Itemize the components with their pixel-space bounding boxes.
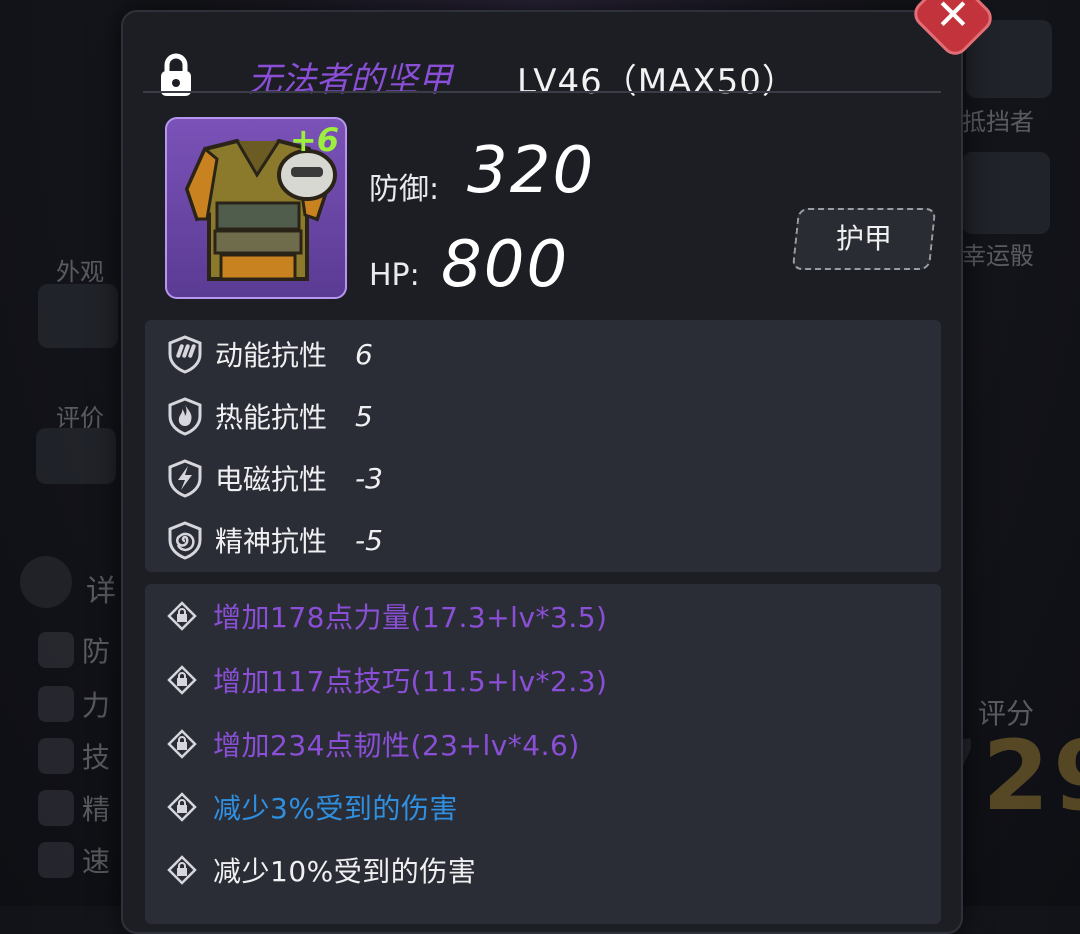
kinetic-shield-icon bbox=[168, 335, 202, 374]
hp-value: 800 bbox=[441, 228, 570, 302]
affix-row: 增加178点力量(17.3+lv*3.5) bbox=[167, 596, 607, 636]
bg-row-label: 技 bbox=[82, 741, 111, 774]
resistance-name: 电磁抗性 bbox=[215, 463, 328, 496]
bg-row-label: 精 bbox=[82, 793, 111, 826]
defense-label: 防御: bbox=[369, 172, 440, 207]
bg-row-spirit: 精 bbox=[38, 790, 128, 826]
resistance-value: 6 bbox=[355, 337, 373, 371]
item-type-badge: 护甲 bbox=[835, 222, 892, 255]
affix-row: 增加234点韧性(23+lv*4.6) bbox=[167, 724, 580, 764]
item-detail-panel: 无法者的坚甲 LV46（MAX50） +6 防御: 320 HP: 800 护甲 bbox=[121, 10, 963, 934]
shirt-icon[interactable] bbox=[38, 284, 118, 348]
resistance-value: -3 bbox=[355, 461, 383, 495]
blocker-label: 抵挡者 bbox=[962, 108, 1034, 136]
title-row: 无法者的坚甲 LV46（MAX50） bbox=[123, 52, 961, 112]
affix-list: 增加178点力量(17.3+lv*3.5) 增加117点技巧(11.5+lv*2… bbox=[145, 584, 941, 924]
boot-icon bbox=[38, 842, 74, 878]
appearance-label: 外观 bbox=[56, 258, 104, 286]
dice-icon[interactable] bbox=[962, 152, 1050, 234]
item-name: 无法者的坚甲 bbox=[248, 60, 452, 100]
enhance-level: +6 bbox=[289, 121, 339, 159]
bg-row-strength: 力 bbox=[38, 686, 128, 722]
bg-row-label: 力 bbox=[82, 689, 111, 722]
affix-row: 减少10%受到的伤害 bbox=[167, 850, 476, 890]
diamond-lock-icon bbox=[167, 601, 197, 631]
resistance-name: 精神抗性 bbox=[215, 525, 328, 558]
bg-row-label: 防 bbox=[82, 635, 111, 668]
diamond-lock-icon bbox=[167, 792, 197, 822]
hp-label: HP: bbox=[369, 258, 420, 293]
diamond-lock-icon bbox=[167, 729, 197, 759]
resistance-name: 热能抗性 bbox=[215, 401, 328, 434]
resistance-value: 5 bbox=[355, 399, 373, 433]
affix-text: 增加178点力量(17.3+lv*3.5) bbox=[213, 601, 608, 634]
affix-text: 增加234点韧性(23+lv*4.6) bbox=[213, 729, 580, 762]
close-icon[interactable]: ✕ bbox=[930, 0, 976, 38]
diamond-lock-icon bbox=[167, 855, 197, 885]
spiral-shield-icon bbox=[168, 521, 202, 560]
resistance-row-kinetic: 动能抗性 6 bbox=[165, 334, 373, 374]
defense-value: 320 bbox=[467, 134, 596, 208]
bg-row-defense: 防 bbox=[38, 632, 128, 668]
resistance-row-mental: 精神抗性 -5 bbox=[165, 520, 383, 560]
affix-row: 增加117点技巧(11.5+lv*2.3) bbox=[167, 660, 607, 700]
fire-shield-icon bbox=[168, 397, 202, 436]
bg-row-skill: 技 bbox=[38, 738, 128, 774]
resistance-row-thermal: 热能抗性 5 bbox=[165, 396, 373, 436]
fist-icon bbox=[38, 686, 74, 722]
lightning-shield-icon bbox=[168, 459, 202, 498]
item-level: LV46（MAX50） bbox=[517, 62, 797, 102]
search-icon[interactable] bbox=[20, 556, 72, 608]
bg-row-speed: 速 bbox=[38, 842, 128, 878]
detail-label: 详 bbox=[86, 574, 116, 609]
affix-text: 增加117点技巧(11.5+lv*2.3) bbox=[213, 665, 608, 698]
tools-icon bbox=[38, 738, 74, 774]
resistance-value: -5 bbox=[355, 523, 383, 557]
bg-row-label: 速 bbox=[82, 845, 111, 878]
lucky-dice-label: 幸运骰 bbox=[962, 242, 1034, 270]
affix-text: 减少3%受到的伤害 bbox=[213, 792, 458, 825]
affix-row: 减少3%受到的伤害 bbox=[167, 787, 458, 827]
resistance-list: 动能抗性 6 热能抗性 5 电磁抗性 -3 精神抗性 -5 bbox=[145, 320, 941, 572]
score-hi: 29 bbox=[982, 720, 1080, 832]
head-icon bbox=[38, 790, 74, 826]
item-image-frame: +6 bbox=[165, 117, 347, 299]
shield-cross-icon bbox=[38, 632, 74, 668]
diamond-lock-icon bbox=[167, 665, 197, 695]
resistance-name: 动能抗性 bbox=[215, 339, 328, 372]
chat-icon[interactable] bbox=[36, 428, 116, 484]
affix-text: 减少10%受到的伤害 bbox=[213, 855, 477, 888]
title-divider bbox=[143, 91, 941, 93]
resistance-row-electromagnetic: 电磁抗性 -3 bbox=[165, 458, 383, 498]
